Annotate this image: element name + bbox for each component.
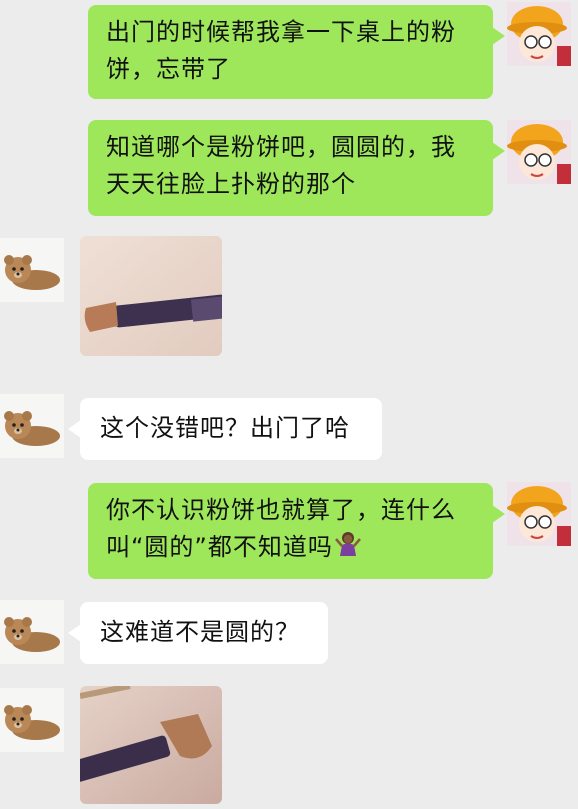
teddy-bear-icon[interactable]	[0, 238, 64, 302]
message-text: 知道哪个是粉饼吧，圆圆的，我天天往脸上扑粉的那个	[106, 133, 456, 198]
teddy-bear-icon[interactable]	[0, 394, 64, 458]
cartoon-girl-yellow-hat-icon[interactable]	[507, 482, 571, 546]
teddy-bear-icon[interactable]	[0, 688, 64, 752]
message-text: 出门的时候帮我拿一下桌上的粉饼，忘带了	[106, 18, 456, 83]
teddy-bear-icon[interactable]	[0, 600, 64, 664]
makeup-brush-photo[interactable]	[80, 236, 222, 356]
makeup-brush-photo[interactable]	[80, 686, 222, 804]
message-text: 你不认识粉饼也就算了，连什么叫“圆的”都不知道吗	[106, 496, 456, 561]
cartoon-girl-yellow-hat-icon[interactable]	[507, 120, 571, 184]
message-bubble-self[interactable]: 出门的时候帮我拿一下桌上的粉饼，忘带了	[88, 5, 505, 99]
message-text: 这难道不是圆的？	[100, 618, 300, 646]
cartoon-girl-yellow-hat-icon[interactable]	[507, 2, 571, 66]
message-bubble-self[interactable]: 知道哪个是粉饼吧，圆圆的，我天天往脸上扑粉的那个	[88, 120, 505, 216]
message-text: 这个没错吧？出门了哈	[100, 414, 350, 442]
message-bubble-other[interactable]: 这个没错吧？出门了哈	[68, 398, 382, 460]
message-bubble-self[interactable]: 你不认识粉饼也就算了，连什么叫“圆的”都不知道吗	[88, 483, 505, 579]
message-bubble-other[interactable]: 这难道不是圆的？	[68, 602, 328, 664]
shrugging-woman-emoji	[334, 530, 361, 567]
